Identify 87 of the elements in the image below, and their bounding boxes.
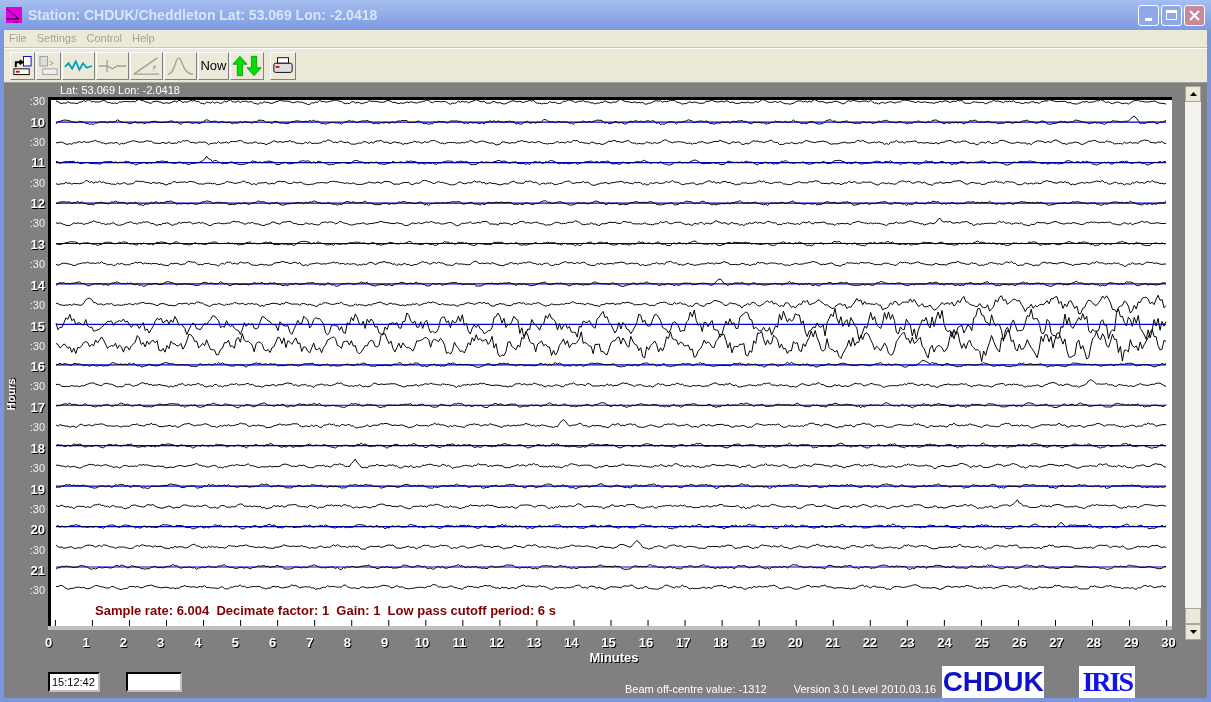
tick-label: 1 [82, 635, 90, 650]
station-logo: CHDUK [942, 666, 1045, 698]
location-label: Lat: 53.069 Lon: -2.0418 [59, 83, 181, 97]
up-arrow-icon [1189, 92, 1197, 96]
peak-icon [166, 54, 195, 77]
copy-icon [38, 54, 59, 77]
tick-label: 22 [862, 635, 878, 650]
axis-title: Minutes [589, 650, 639, 665]
hour-label: 11 [31, 155, 45, 171]
scroll-up-button[interactable] [1185, 86, 1201, 102]
tick-label: 10 [414, 635, 430, 650]
down-arrow-icon [1189, 630, 1197, 634]
half-hour-label: :30 [29, 257, 45, 273]
minimize-icon [1145, 17, 1152, 21]
hour-label: 16 [30, 359, 45, 375]
hour-label: 18 [30, 440, 45, 456]
tick-label: 27 [1049, 635, 1064, 650]
up-down-arrows-icon [232, 53, 262, 78]
toolbar-button[interactable] [270, 51, 296, 80]
hour-label: 14 [30, 277, 45, 293]
hour-label: 19 [30, 481, 45, 497]
tick-label: 19 [750, 635, 766, 650]
half-hour-label: :30 [29, 338, 45, 354]
tick-label: 2 [119, 635, 127, 650]
half-hour-label: :30 [29, 134, 45, 150]
tick-label: 18 [713, 635, 728, 650]
time-field[interactable]: 15:12:42 [48, 672, 100, 692]
half-hour-label: :30 [29, 297, 45, 313]
half-hour-label: :30 [29, 216, 45, 232]
info-line: Sample rate: 6.004 Decimate factor: 1 Gain: 1 Low pass cutoff period: 6 s [94, 601, 557, 620]
minimize-button[interactable] [1138, 4, 1159, 26]
network-logo: IRIS [1079, 666, 1136, 698]
half-hour-label: :30 [29, 501, 45, 517]
hour-label: 21 [30, 563, 45, 579]
hour-label: 12 [30, 196, 45, 212]
close-button[interactable] [1184, 4, 1205, 26]
tick-label: 24 [937, 635, 952, 650]
printer-icon [272, 55, 294, 76]
toolbar-button[interactable] [10, 51, 35, 80]
scroll-thumb[interactable] [1185, 608, 1201, 624]
hour-label: 17 [30, 400, 45, 416]
tick-label: 29 [1123, 635, 1139, 650]
half-hour-label: :30 [29, 420, 45, 436]
tick-label: 12 [489, 635, 504, 650]
tick-label: 3 [157, 635, 165, 650]
window-title: Station: CHDUK/Cheddleton Lat: 53.069 Lon: -2.0418 [28, 5, 378, 25]
tick-label: 5 [231, 635, 239, 650]
maximize-button[interactable] [1161, 4, 1182, 26]
tick-label: 16 [638, 635, 654, 650]
app-icon [6, 7, 22, 23]
export-icon [12, 54, 33, 77]
tick-label: 17 [676, 635, 691, 650]
half-hour-label: :30 [29, 175, 45, 191]
version-label: Version 3.0 Level 2010.03.16 [793, 683, 937, 696]
half-hour-label: :30 [29, 460, 45, 476]
tick-label: 30 [1161, 635, 1176, 650]
tick-label: 6 [269, 635, 277, 650]
tick-label: 9 [381, 635, 389, 650]
tick-label: 8 [343, 635, 351, 650]
axis-title: Hours [3, 378, 18, 411]
tick-label: 20 [788, 635, 803, 650]
tick-label: 28 [1086, 635, 1102, 650]
half-hour-label: :30 [29, 542, 45, 558]
tick-label: 21 [825, 635, 840, 650]
tick-label: 11 [452, 635, 467, 650]
tick-label: 13 [526, 635, 542, 650]
tick-label: 15 [601, 635, 616, 650]
maximize-icon [1166, 10, 1177, 20]
tick-label: 26 [1011, 635, 1027, 650]
tick-label: 25 [974, 635, 990, 650]
tick-label: 14 [564, 635, 579, 650]
tick-label: 7 [306, 635, 314, 650]
half-hour-label: :30 [29, 583, 45, 599]
tick-label: 23 [899, 635, 915, 650]
beam-value: Beam off-centre value: -1312 [625, 683, 767, 696]
tick-label: 4 [194, 635, 202, 650]
now-button[interactable]: Now [198, 51, 229, 80]
scroll-down-button[interactable] [1185, 624, 1201, 640]
hour-label: 13 [30, 236, 45, 252]
close-icon [1189, 9, 1200, 21]
hour-label: 20 [30, 522, 45, 538]
tick-label: 0 [45, 635, 53, 650]
half-hour-label: :30 [29, 379, 45, 395]
half-hour-label: :30 [29, 93, 45, 109]
empty-field[interactable] [126, 672, 182, 692]
hour-label: 15 [30, 318, 45, 334]
hour-label: 10 [30, 114, 45, 130]
